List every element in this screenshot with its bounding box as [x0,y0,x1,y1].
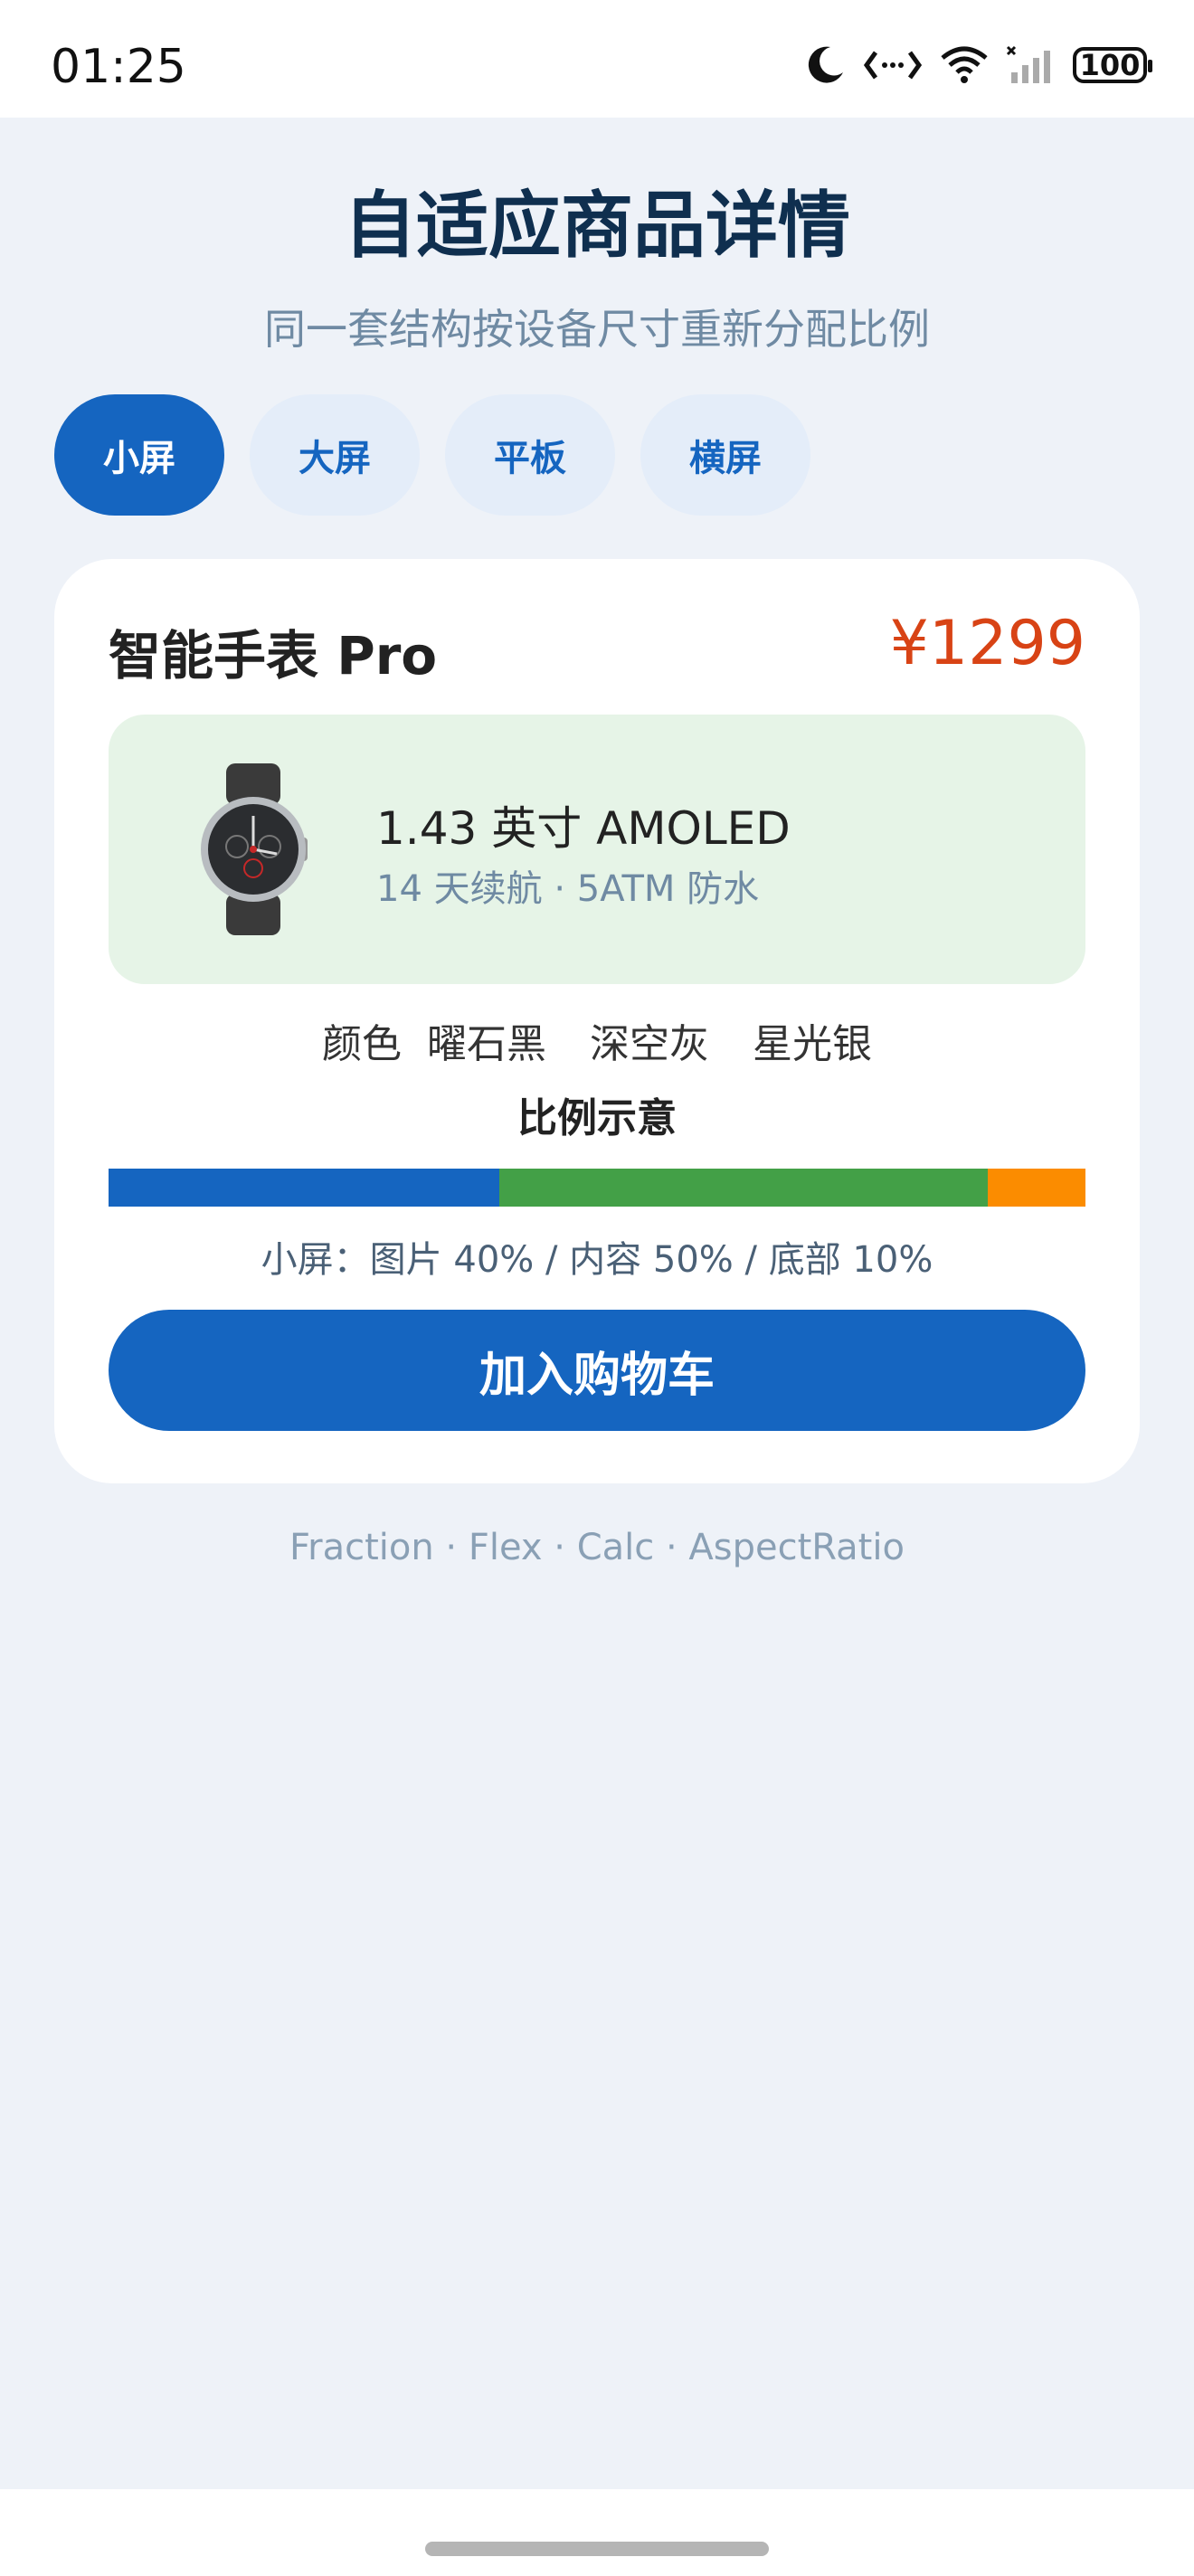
battery-icon: 100 [1073,47,1152,83]
color-option-obsidian-black[interactable]: 曜石黑 [427,1011,546,1069]
ratio-title: 比例示意 [517,1095,677,1141]
tab-small-screen[interactable]: 小屏 [54,394,224,516]
ratio-segment-image [109,1169,499,1207]
color-option-space-gray[interactable]: 深空灰 [590,1011,709,1069]
code-arrows-icon [863,47,923,83]
page-subtitle: 同一套结构按设备尺寸重新分配比例 [264,305,930,354]
footer-tech-note: Fraction · Flex · Calc · AspectRatio [289,1527,905,1568]
home-indicator[interactable] [425,2542,769,2556]
color-option-starlight-silver[interactable]: 星光银 [753,1011,872,1069]
device-tabs: 小屏 大屏 平板 横屏 [54,394,810,516]
product-price: ¥1299 [889,608,1085,679]
product-name: 智能手表 Pro [109,625,438,687]
wifi-icon [939,45,990,85]
navigation-bar [0,2489,1194,2576]
status-icons: 100 [803,43,1152,87]
status-time: 01:25 [51,40,186,94]
product-spec-main: 1.43 英寸 AMOLED [376,802,791,855]
product-card: 智能手表 Pro ¥1299 1.43 英寸 AMOLED 14 天续航 · 5… [54,559,1140,1483]
tab-landscape[interactable]: 横屏 [640,394,810,516]
status-bar: 01:25 100 [0,0,1194,118]
ratio-bar [109,1169,1085,1207]
add-to-cart-button[interactable]: 加入购物车 [109,1310,1085,1431]
ratio-description: 小屏：图片 40% / 内容 50% / 底部 10% [261,1239,933,1281]
ratio-segment-footer [988,1169,1085,1207]
product-image-area: 1.43 英寸 AMOLED 14 天续航 · 5ATM 防水 [109,715,1085,984]
color-options: 颜色 曜石黑 深空灰 星光银 [54,1011,1140,1069]
signal-icon [1006,45,1057,85]
product-spec-sub: 14 天续航 · 5ATM 防水 [376,868,760,910]
ratio-segment-content [499,1169,988,1207]
color-label: 颜色 [322,1021,402,1067]
moon-icon [803,43,847,87]
page-title: 自适应商品详情 [344,184,850,268]
tab-large-screen[interactable]: 大屏 [250,394,420,516]
watch-icon [190,763,317,939]
tab-tablet[interactable]: 平板 [445,394,615,516]
battery-level: 100 [1079,48,1141,82]
